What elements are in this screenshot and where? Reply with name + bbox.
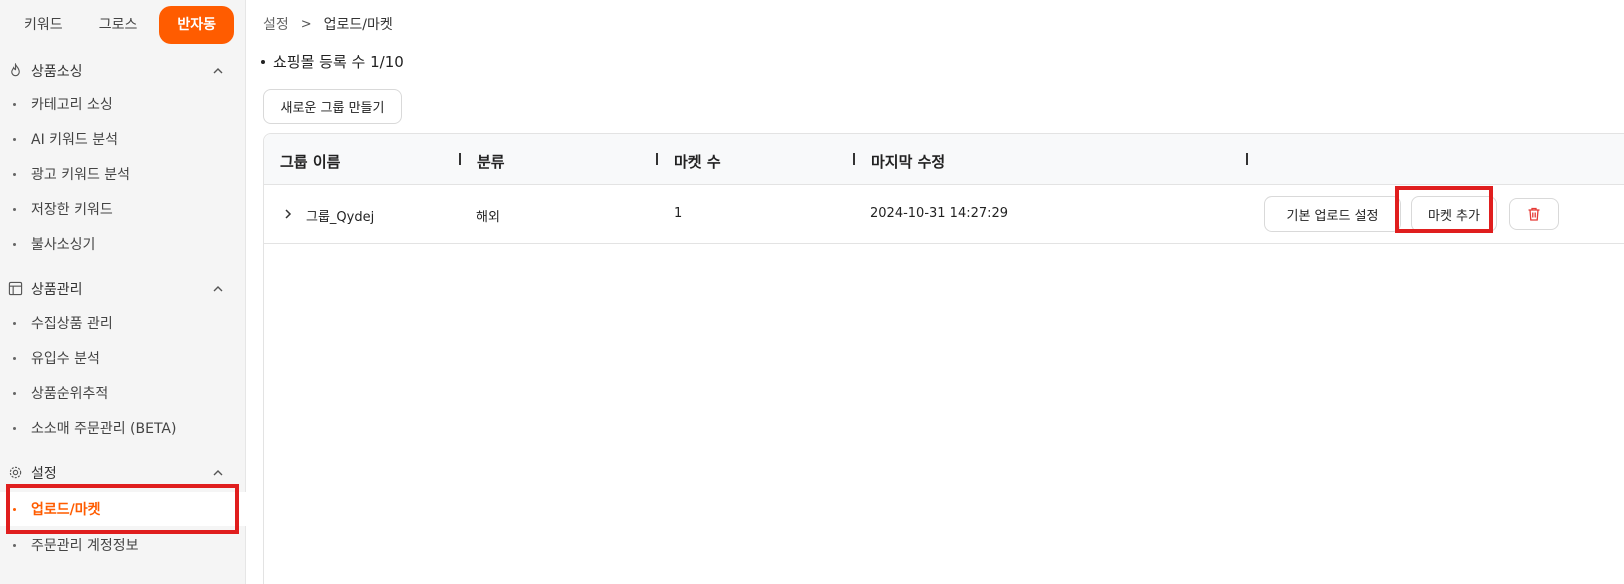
mall-count-text: 쇼핑몰 등록 수 1/10 xyxy=(273,53,404,71)
bullet xyxy=(13,508,16,511)
breadcrumb-current: 업로드/마켓 xyxy=(323,17,393,33)
section-label: 상품소싱 xyxy=(31,64,83,80)
sidebar-item-label: 광고 키워드 분석 xyxy=(31,167,131,183)
bullet xyxy=(13,357,16,360)
column-divider[interactable] xyxy=(1246,153,1248,165)
section-label: 상품관리 xyxy=(31,282,83,298)
bullet xyxy=(261,59,265,64)
breadcrumb-separator: > xyxy=(300,16,312,32)
delete-button[interactable] xyxy=(1509,198,1559,230)
bullet xyxy=(13,392,16,395)
table-row[interactable]: 그룹_Qydej 해외 1 2024-10-31 14:27:29 기본 업로드… xyxy=(264,186,1624,244)
chevron-right-icon[interactable] xyxy=(282,208,294,220)
sidebar-item-ad-keyword[interactable]: 광고 키워드 분석 xyxy=(0,157,246,191)
default-upload-settings-button[interactable]: 기본 업로드 설정 xyxy=(1264,196,1401,232)
breadcrumb-root[interactable]: 설정 xyxy=(263,14,289,34)
sidebar-item-saved-keywords[interactable]: 저장한 키워드 xyxy=(0,192,246,226)
sidebar-item-label: 소소매 주문관리 (BETA) xyxy=(31,421,177,437)
new-group-button[interactable]: 새로운 그룹 만들기 xyxy=(263,89,402,124)
sidebar-item-label: 유입수 분석 xyxy=(31,351,100,367)
sidebar-item-label: 수집상품 관리 xyxy=(31,316,113,332)
section-label: 설정 xyxy=(31,466,57,482)
mode-tabs: 키워드 그로스 반자동 xyxy=(6,6,235,44)
section-header-settings[interactable]: 설정 xyxy=(0,458,246,488)
bullet xyxy=(13,243,16,246)
sidebar-item-label: 불사소싱기 xyxy=(31,237,96,253)
sidebar-item-upload-market[interactable]: 업로드/마켓 xyxy=(0,492,246,526)
mode-tab-keyword[interactable]: 키워드 xyxy=(6,6,81,44)
sidebar-item-inflow-analysis[interactable]: 유입수 분석 xyxy=(0,341,246,375)
bullet xyxy=(13,427,16,430)
app: 키워드 그로스 반자동 상품소싱 카테고리 소싱 AI 키워드 분석 광고 키워… xyxy=(0,0,1624,584)
cell-last-modified: 2024-10-31 14:27:29 xyxy=(870,206,1009,221)
sidebar-item-label: 업로드/마켓 xyxy=(31,502,101,518)
sidebar-item-label: 저장한 키워드 xyxy=(31,202,113,218)
sidebar-item-category-sourcing[interactable]: 카테고리 소싱 xyxy=(0,87,246,121)
section-header-sourcing[interactable]: 상품소싱 xyxy=(0,56,246,86)
chevron-up-icon xyxy=(213,68,223,74)
table-header: 그룹 이름 분류 마켓 수 마지막 수정 xyxy=(264,134,1624,185)
column-header-market-count: 마켓 수 xyxy=(674,153,721,171)
sidebar-item-label: 상품순위추적 xyxy=(31,386,109,402)
cell-category: 해외 xyxy=(476,210,500,225)
bullet xyxy=(13,208,16,211)
mode-tab-growth[interactable]: 그로스 xyxy=(81,6,156,44)
column-divider[interactable] xyxy=(853,153,855,165)
column-header-category: 분류 xyxy=(477,153,505,171)
sidebar-item-label: 주문관리 계정정보 xyxy=(31,538,139,554)
sidebar-item-collected-products[interactable]: 수집상품 관리 xyxy=(0,306,246,340)
sidebar-item-label: 카테고리 소싱 xyxy=(31,97,113,113)
chevron-up-icon xyxy=(213,470,223,476)
sidebar-item-order-account-info[interactable]: 주문관리 계정정보 xyxy=(0,528,246,562)
breadcrumb: 설정 > 업로드/마켓 xyxy=(263,14,393,34)
column-header-group-name: 그룹 이름 xyxy=(280,153,341,171)
cell-group-name: 그룹_Qydej xyxy=(306,210,375,225)
bullet xyxy=(13,544,16,547)
section-header-product-management[interactable]: 상품관리 xyxy=(0,274,246,304)
cell-market-count: 1 xyxy=(674,206,683,221)
add-market-button[interactable]: 마켓 추가 xyxy=(1411,196,1497,232)
layout-icon xyxy=(8,281,23,296)
column-divider[interactable] xyxy=(656,153,658,165)
main-content: 설정 > 업로드/마켓 쇼핑몰 등록 수 1/10 새로운 그룹 만들기 그룹 … xyxy=(247,0,1624,584)
sidebar-item-sourcing-tool[interactable]: 불사소싱기 xyxy=(0,227,246,261)
mall-count: 쇼핑몰 등록 수 1/10 xyxy=(261,51,404,72)
gear-icon xyxy=(9,466,22,479)
column-divider[interactable] xyxy=(459,153,461,165)
group-table: 그룹 이름 분류 마켓 수 마지막 수정 그룹_Qydej 해외 1 2024-… xyxy=(263,133,1624,584)
bullet xyxy=(13,322,16,325)
chevron-up-icon xyxy=(213,286,223,292)
sidebar: 키워드 그로스 반자동 상품소싱 카테고리 소싱 AI 키워드 분석 광고 키워… xyxy=(0,0,246,584)
sidebar-item-label: AI 키워드 분석 xyxy=(31,132,119,148)
bullet xyxy=(13,138,16,141)
flame-icon xyxy=(11,63,20,77)
sidebar-item-ai-keyword[interactable]: AI 키워드 분석 xyxy=(0,122,246,156)
bullet xyxy=(13,103,16,106)
mode-tab-semi-auto[interactable]: 반자동 xyxy=(159,6,235,44)
column-header-last-modified: 마지막 수정 xyxy=(871,153,946,171)
sidebar-item-rank-tracking[interactable]: 상품순위추적 xyxy=(0,376,246,410)
sidebar-item-order-management-beta[interactable]: 소소매 주문관리 (BETA) xyxy=(0,411,246,445)
bullet xyxy=(13,173,16,176)
trash-icon xyxy=(1528,207,1540,221)
